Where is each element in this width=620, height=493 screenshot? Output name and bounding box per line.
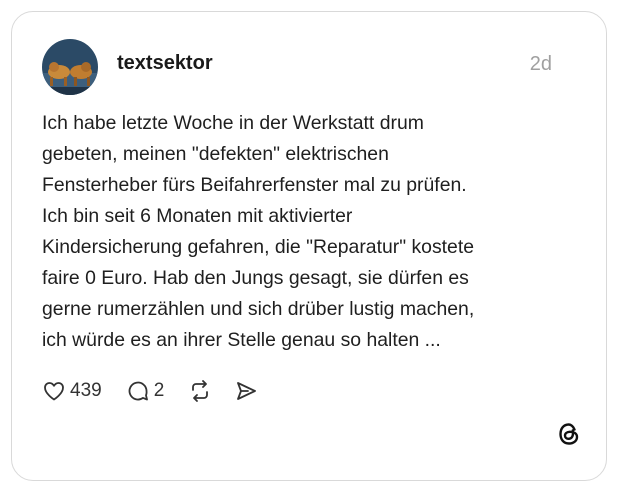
send-icon: [237, 382, 257, 400]
post-timestamp: 2d: [529, 53, 552, 75]
reply-count: 2: [153, 380, 165, 401]
username[interactable]: textsektor: [117, 52, 213, 75]
avatar-image: [42, 39, 98, 95]
post-card: textsektor 2d Ich habe letzte Woche in d…: [11, 11, 607, 481]
avatar[interactable]: [42, 39, 98, 95]
heart-icon: [44, 382, 64, 401]
share-button[interactable]: [234, 379, 258, 403]
like-button[interactable]: 439: [42, 379, 102, 403]
threads-icon: [559, 423, 579, 445]
action-bar: 439 2: [42, 376, 258, 406]
comment-icon: [128, 381, 148, 401]
reply-button[interactable]: 2: [126, 379, 165, 403]
repost-button[interactable]: [188, 379, 212, 403]
like-count: 439: [70, 380, 102, 401]
threads-logo: [556, 421, 582, 452]
post-text: Ich habe letzte Woche in der Werkstatt d…: [42, 112, 475, 351]
repost-icon: [192, 380, 209, 402]
